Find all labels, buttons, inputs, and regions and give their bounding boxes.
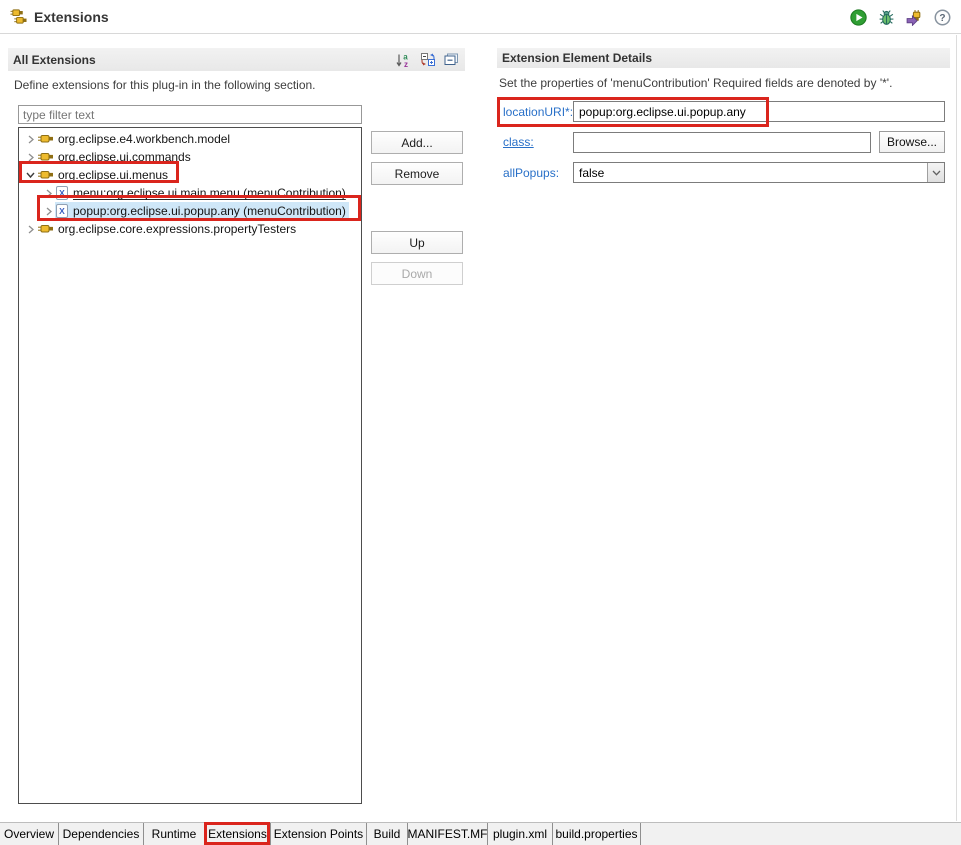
xml-element-icon: X	[56, 186, 68, 200]
extension-point-icon	[38, 170, 53, 180]
extension-point-icon	[38, 152, 53, 162]
tab-runtime[interactable]: Runtime	[144, 823, 205, 845]
extensions-tree: org.eclipse.e4.workbench.model org.eclip…	[18, 127, 362, 804]
chevron-right-icon[interactable]	[24, 225, 37, 234]
header-toolbar: ?	[850, 0, 951, 34]
run-icon[interactable]	[850, 8, 867, 26]
details-description: Set the properties of 'menuContribution'…	[499, 76, 893, 90]
allpopups-row: allPopups: false	[497, 162, 950, 183]
all-extensions-toolbar: a z	[395, 51, 460, 68]
svg-text:X: X	[59, 206, 65, 216]
chevron-right-icon[interactable]	[24, 153, 37, 162]
tree-row-ui-menus[interactable]: org.eclipse.ui.menus	[19, 166, 361, 184]
extension-point-icon	[38, 134, 53, 144]
svg-text:z: z	[404, 60, 408, 68]
chevron-right-icon[interactable]	[24, 135, 37, 144]
tree-label: org.eclipse.ui.menus	[58, 168, 169, 182]
tab-overview[interactable]: Overview	[0, 823, 59, 845]
editor-header: Extensions ?	[0, 0, 961, 34]
help-icon[interactable]: ?	[934, 9, 951, 26]
add-button[interactable]: Add...	[371, 131, 463, 154]
sort-icon[interactable]: a z	[395, 51, 412, 68]
down-button[interactable]: Down	[371, 262, 463, 285]
tree-label: org.eclipse.e4.workbench.model	[58, 132, 231, 146]
allpopups-value: false	[579, 165, 605, 180]
extension-point-icon	[38, 224, 53, 234]
tab-extensions[interactable]: Extensions	[205, 823, 271, 845]
svg-text:?: ?	[939, 13, 945, 24]
allpopups-label: allPopups:	[503, 165, 560, 180]
expand-collapse-icon[interactable]	[419, 51, 436, 68]
page-title: Extensions	[34, 8, 109, 25]
chevron-down-icon[interactable]	[927, 163, 944, 182]
all-extensions-header: All Extensions a z	[8, 48, 465, 71]
chevron-right-icon[interactable]	[42, 189, 55, 198]
tree-label: org.eclipse.core.expressions.propertyTes…	[58, 222, 297, 236]
export-plugin-icon[interactable]	[906, 9, 923, 26]
all-extensions-description: Define extensions for this plug-in in th…	[14, 78, 316, 92]
tab-manifest-mf[interactable]: MANIFEST.MF	[408, 823, 488, 845]
tree-row-property-testers[interactable]: org.eclipse.core.expressions.propertyTes…	[19, 220, 361, 238]
xml-element-icon: X	[56, 204, 68, 218]
tab-build-properties[interactable]: build.properties	[553, 823, 641, 845]
tab-dependencies[interactable]: Dependencies	[59, 823, 144, 845]
filter-input[interactable]	[18, 105, 362, 124]
tree-row-main-menu-contribution[interactable]: X menu:org.eclipse.ui.main.menu (menuCon…	[19, 184, 361, 202]
details-title: Extension Element Details	[502, 51, 653, 65]
allpopups-dropdown[interactable]: false	[573, 162, 945, 183]
all-extensions-section: All Extensions a z Define extensions for…	[8, 48, 465, 804]
browse-button[interactable]: Browse...	[879, 131, 945, 153]
panel-right-edge	[956, 35, 957, 821]
extension-element-details-section: Extension Element Details Set the proper…	[497, 48, 950, 192]
tree-row-e4-workbench-model[interactable]: org.eclipse.e4.workbench.model	[19, 130, 361, 148]
tab-build[interactable]: Build	[367, 823, 408, 845]
tree-buttons: Add... Remove Up Down	[371, 105, 463, 804]
remove-button[interactable]: Remove	[371, 162, 463, 185]
tree-row-ui-commands[interactable]: org.eclipse.ui.commands	[19, 148, 361, 166]
tree-label: popup:org.eclipse.ui.popup.any (menuCont…	[73, 204, 346, 218]
editor-tab-bar: Overview Dependencies Runtime Extensions…	[0, 822, 961, 845]
svg-text:X: X	[59, 188, 65, 198]
tree-label: menu:org.eclipse.ui.main.menu (menuContr…	[73, 186, 346, 200]
locationuri-row: locationURI*:	[497, 101, 950, 122]
class-row: class: Browse...	[497, 131, 950, 153]
tree-row-popup-any-contribution[interactable]: X popup:org.eclipse.ui.popup.any (menuCo…	[19, 202, 361, 220]
debug-icon[interactable]	[878, 9, 895, 26]
locationuri-label: locationURI*:	[503, 104, 574, 119]
class-label-link[interactable]: class:	[503, 135, 573, 149]
chevron-down-icon[interactable]	[24, 171, 37, 179]
all-extensions-title: All Extensions	[13, 52, 96, 67]
extensions-title-icon	[10, 8, 27, 25]
up-button[interactable]: Up	[371, 231, 463, 254]
class-input[interactable]	[573, 131, 871, 153]
tab-plugin-xml[interactable]: plugin.xml	[488, 823, 553, 845]
chevron-right-icon[interactable]	[42, 207, 55, 216]
collapse-section-icon[interactable]	[443, 51, 460, 68]
details-header: Extension Element Details	[497, 48, 950, 68]
tab-extension-points[interactable]: Extension Points	[271, 823, 367, 845]
locationuri-input[interactable]	[573, 101, 945, 122]
tree-label: org.eclipse.ui.commands	[58, 150, 191, 164]
